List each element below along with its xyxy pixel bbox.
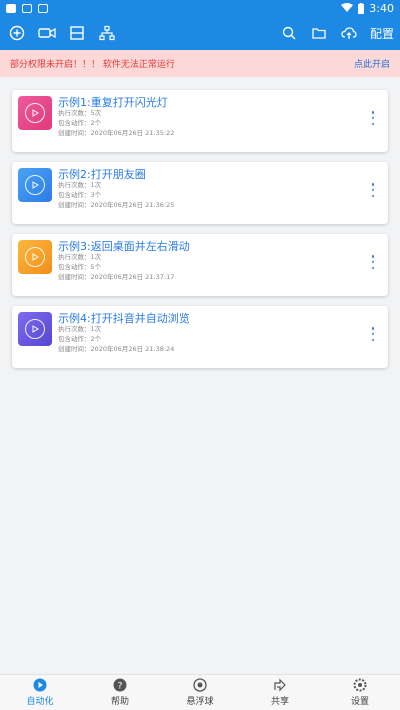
more-options-icon[interactable]	[368, 108, 378, 128]
script-card[interactable]: 示例3:返回桌面并左右滑动 执行次数：1次 包含动作：5个 创建时间：2020年…	[12, 234, 388, 296]
hierarchy-icon[interactable]	[98, 24, 116, 42]
script-action-count: 包含动作：3个	[58, 191, 102, 199]
script-run-count: 执行次数：1次	[58, 181, 102, 189]
script-card[interactable]: 示例4:打开抖音并自动浏览 执行次数：1次 包含动作：2个 创建时间：2020年…	[12, 306, 388, 368]
record-video-icon[interactable]	[38, 24, 56, 42]
script-created-time: 创建时间：2020年06月26日 21:36:25	[58, 201, 175, 209]
bottom-nav: 自动化 ? 帮助 悬浮球 共享 设置	[0, 674, 400, 710]
script-card[interactable]: 示例1:重复打开闪光灯 执行次数：5次 包含动作：2个 创建时间：2020年06…	[12, 90, 388, 152]
script-run-count: 执行次数：1次	[58, 325, 102, 333]
wifi-icon	[341, 3, 354, 12]
notification-icon	[38, 3, 48, 13]
share-icon	[273, 678, 287, 692]
permission-warning-banner: 部分权限未开启！！！ 软件无法正常运行 点此开启	[0, 50, 400, 77]
notification-icon	[6, 3, 16, 13]
script-thumbnail	[18, 240, 52, 274]
nav-item-share[interactable]: 共享	[240, 675, 320, 710]
more-options-icon[interactable]	[368, 324, 378, 344]
folder-icon[interactable]	[310, 24, 328, 42]
nav-label: 共享	[270, 697, 289, 707]
script-card[interactable]: 示例2:打开朋友圈 执行次数：1次 包含动作：3个 创建时间：2020年06月2…	[12, 162, 388, 224]
svg-text:?: ?	[118, 682, 123, 692]
play-icon	[25, 319, 45, 339]
play-icon	[25, 247, 45, 267]
settings-icon	[353, 678, 367, 692]
script-thumbnail	[18, 96, 52, 130]
nav-item-float-ball[interactable]: 悬浮球	[160, 675, 240, 710]
play-icon	[25, 175, 45, 195]
script-action-count: 包含动作：5个	[58, 263, 102, 271]
script-created-time: 创建时间：2020年06月26日 21:38:24	[58, 345, 175, 353]
search-icon[interactable]	[280, 24, 298, 42]
script-created-time: 创建时间：2020年06月26日 21:37:17	[58, 273, 175, 281]
permission-warning-text: 部分权限未开启！！！ 软件无法正常运行	[10, 60, 175, 70]
nav-label: 悬浮球	[186, 697, 214, 707]
help-icon: ?	[113, 678, 127, 692]
play-icon	[25, 103, 45, 123]
app-toolbar: 配置	[0, 16, 400, 50]
scan-icon[interactable]	[68, 24, 86, 42]
nav-label: 帮助	[110, 697, 129, 707]
enable-permission-link[interactable]: 点此开启	[354, 57, 390, 70]
script-action-count: 包含动作：2个	[58, 119, 102, 127]
play-circle-icon	[33, 678, 47, 692]
more-options-icon[interactable]	[368, 252, 378, 272]
script-action-count: 包含动作：2个	[58, 335, 102, 343]
status-time: 3:40	[369, 1, 394, 15]
script-thumbnail	[18, 168, 52, 202]
status-bar: 3:40	[0, 0, 400, 16]
cloud-upload-icon[interactable]	[340, 24, 358, 42]
float-ball-icon	[193, 678, 207, 692]
script-thumbnail	[18, 312, 52, 346]
script-run-count: 执行次数：5次	[58, 109, 102, 117]
nav-item-automation[interactable]: 自动化	[0, 675, 80, 710]
script-created-time: 创建时间：2020年06月26日 21:35:22	[58, 129, 175, 137]
more-options-icon[interactable]	[368, 180, 378, 200]
add-icon[interactable]	[8, 24, 26, 42]
nav-item-help[interactable]: ? 帮助	[80, 675, 160, 710]
nav-item-settings[interactable]: 设置	[320, 675, 400, 710]
nav-label: 自动化	[26, 697, 54, 707]
notification-icon	[22, 3, 32, 13]
script-run-count: 执行次数：1次	[58, 253, 102, 261]
config-button[interactable]: 配置	[370, 25, 394, 42]
battery-icon	[358, 2, 365, 14]
nav-label: 设置	[350, 697, 369, 707]
